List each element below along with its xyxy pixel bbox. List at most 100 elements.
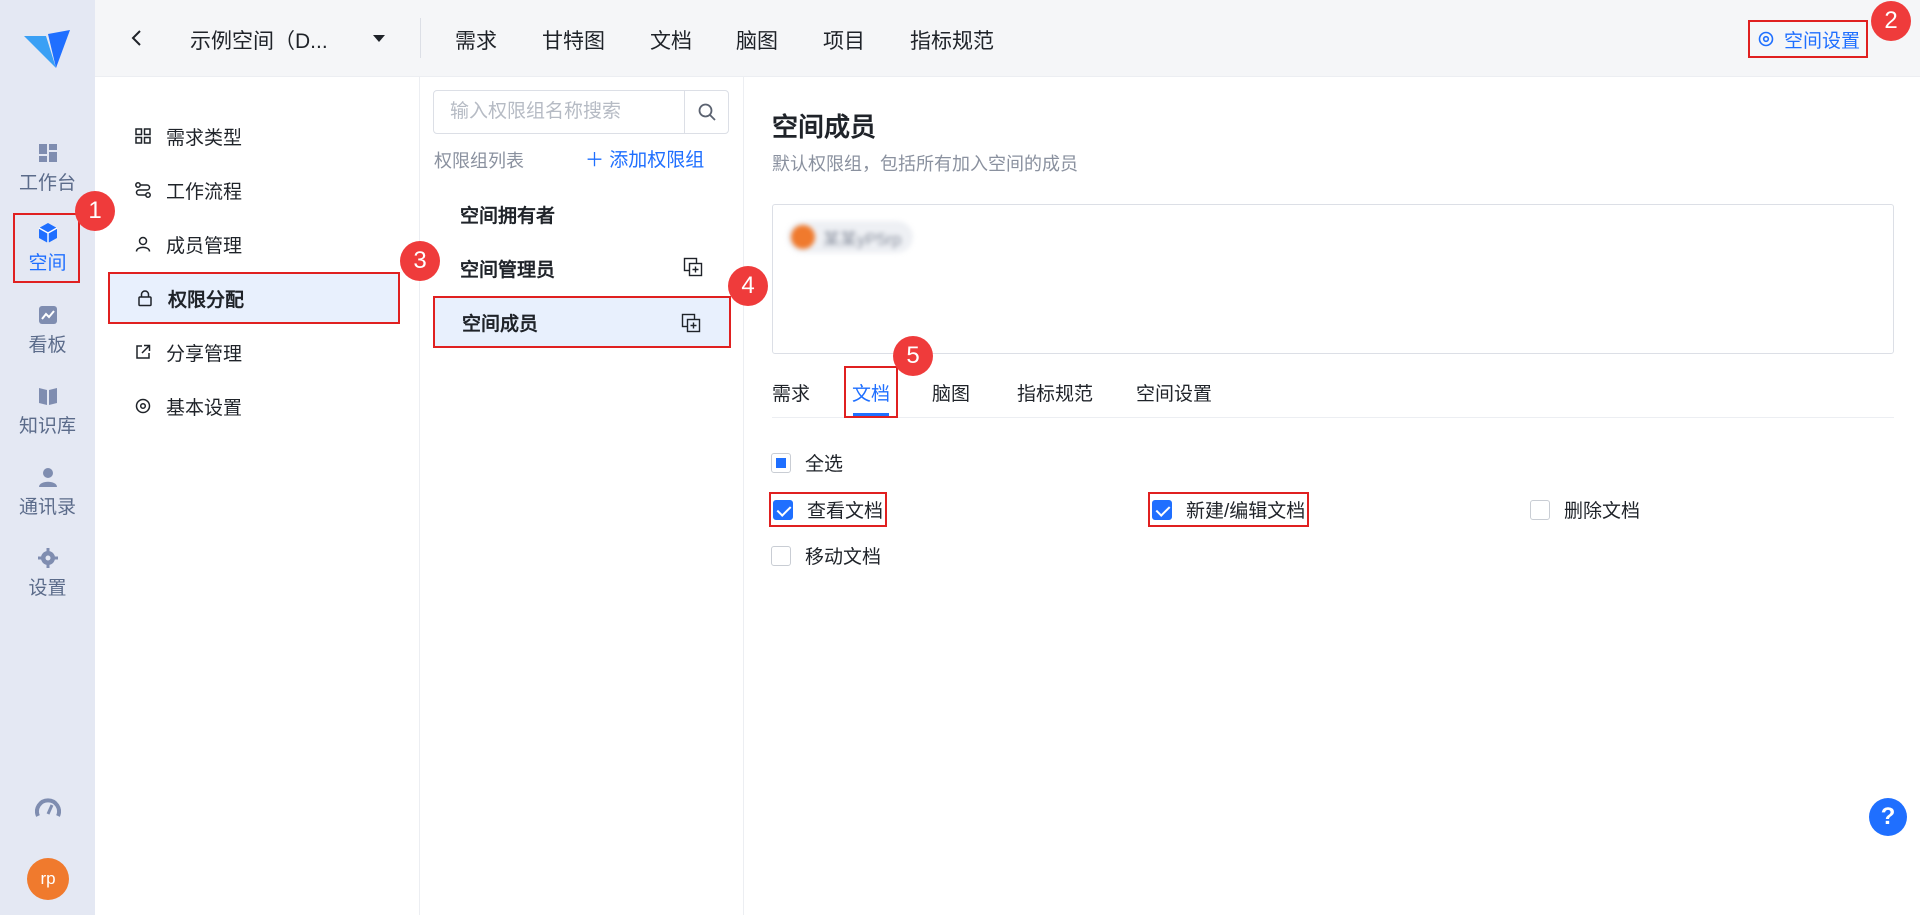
share-icon (136, 344, 151, 359)
avatar[interactable]: rp (27, 858, 69, 900)
chevron-left-icon[interactable] (125, 25, 149, 51)
rail-item-board[interactable]: 看板 (0, 304, 95, 357)
menu-item-workflow[interactable]: 工作流程 (108, 164, 400, 216)
gear-icon (37, 548, 58, 568)
grid-icon (135, 128, 151, 144)
menu-item-permissions[interactable]: 权限分配 (108, 272, 400, 324)
copy-icon[interactable] (683, 257, 703, 277)
user-icon (135, 236, 151, 252)
dashboard-icon (38, 144, 57, 162)
rail-item-contacts[interactable]: 通讯录 (0, 466, 95, 519)
tab-space-settings[interactable]: 空间设置 (1130, 366, 1218, 418)
caret-down-icon[interactable] (373, 35, 385, 42)
permission-tabs: 需求 文档 脑图 指标规范 空间设置 (772, 366, 1894, 418)
perm-view-docs[interactable]: 查看文档 (769, 492, 888, 527)
left-rail: 工作台 空间 看板 知识库 通讯录 设置 rp (0, 0, 95, 915)
page-title: 空间成员 (772, 112, 877, 142)
rail-item-knowledge[interactable]: 知识库 (0, 385, 95, 438)
page-subtitle: 默认权限组，包括所有加入空间的成员 (772, 154, 1078, 174)
menu-item-label: 成员管理 (166, 235, 243, 257)
annotation-badge: 4 (728, 266, 768, 306)
lock-icon (138, 290, 152, 307)
checkbox[interactable] (771, 452, 791, 473)
menu-item-demand-types[interactable]: 需求类型 (108, 110, 400, 162)
nav-mindmap[interactable]: 脑图 (736, 25, 778, 55)
gear-icon (1758, 31, 1774, 47)
top-bar: 示例空间（D... 需求 甘特图 文档 脑图 项目 指标规范 空间设置 (95, 0, 1920, 77)
annotation-badge: 1 (75, 191, 115, 231)
workflow-icon (135, 182, 151, 198)
book-icon (38, 388, 57, 405)
group-item-label: 空间成员 (462, 313, 539, 335)
annotation-badge: 3 (400, 241, 440, 281)
permission-group-panel: 权限组列表 ＋ 添加权限组 空间拥有者 空间管理员 空间成员 (420, 77, 744, 915)
contacts-icon (38, 468, 57, 487)
menu-item-basic-settings[interactable]: 基本设置 (108, 380, 400, 432)
checkbox[interactable] (773, 499, 793, 520)
space-settings-label: 空间设置 (1783, 30, 1860, 52)
help-button[interactable]: ? (1869, 798, 1907, 836)
settings-menu: 需求类型 工作流程 成员管理 权限分配 分享管理 基本设置 (95, 77, 420, 915)
menu-item-label: 权限分配 (168, 289, 245, 311)
tab-docs[interactable]: 文档 (844, 366, 899, 418)
rail-item-settings[interactable]: 设置 (0, 547, 95, 600)
perm-edit-docs[interactable]: 新建/编辑文档 (1148, 492, 1310, 527)
rail-item-label: 通讯录 (18, 497, 76, 518)
group-search (433, 90, 729, 134)
annotation-box (13, 213, 80, 283)
member-avatar (791, 225, 815, 249)
group-item-admin[interactable]: 空间管理员 (433, 242, 731, 294)
tab-metrics[interactable]: 指标规范 (1011, 366, 1099, 418)
search-icon (698, 103, 716, 121)
member-name: 某某yP5rp (823, 229, 902, 249)
group-item-label: 空间管理员 (460, 259, 556, 281)
tab-demand[interactable]: 需求 (766, 366, 816, 418)
checkbox[interactable] (771, 545, 791, 566)
menu-item-label: 工作流程 (166, 181, 243, 203)
menu-item-label: 基本设置 (166, 397, 243, 419)
add-group-button[interactable]: ＋ 添加权限组 (585, 145, 704, 172)
plus-icon: ＋ (585, 150, 605, 171)
member-box[interactable]: 某某yP5rp (772, 204, 1894, 354)
rail-item-label: 设置 (28, 578, 67, 599)
checkbox-label: 查看文档 (807, 501, 884, 522)
nav-docs[interactable]: 文档 (650, 25, 692, 55)
divider (420, 18, 421, 58)
group-search-input[interactable] (434, 91, 684, 133)
perm-delete-docs[interactable]: 删除文档 (1528, 494, 1642, 525)
nav-gantt[interactable]: 甘特图 (542, 25, 605, 55)
checkbox[interactable] (1530, 499, 1550, 520)
annotation-badge: 2 (1871, 1, 1911, 41)
add-group-label: 添加权限组 (609, 150, 705, 171)
copy-icon[interactable] (681, 313, 701, 333)
space-name[interactable]: 示例空间（D... (190, 25, 328, 55)
nav-project[interactable]: 项目 (823, 25, 865, 55)
nav-metrics[interactable]: 指标规范 (910, 25, 994, 55)
nav-demand[interactable]: 需求 (455, 25, 497, 55)
group-list-title: 权限组列表 (434, 151, 524, 171)
tab-mindmap[interactable]: 脑图 (926, 366, 976, 418)
member-chip[interactable]: 某某yP5rp (787, 221, 914, 253)
perm-move-docs[interactable]: 移动文档 (769, 540, 883, 571)
search-button[interactable] (684, 91, 728, 133)
menu-item-share[interactable]: 分享管理 (108, 326, 400, 378)
annotation-badge: 5 (893, 336, 933, 376)
app-logo[interactable] (22, 28, 72, 72)
select-all-checkbox[interactable]: 全选 (769, 447, 845, 478)
rail-item-workbench[interactable]: 工作台 (0, 142, 95, 195)
checkbox-label: 移动文档 (805, 547, 882, 568)
space-settings-button[interactable]: 空间设置 (1747, 20, 1868, 58)
group-item-member[interactable]: 空间成员 (433, 296, 731, 348)
rail-item-label: 看板 (28, 335, 67, 356)
group-detail: 空间成员 默认权限组，包括所有加入空间的成员 某某yP5rp 需求 文档 脑图 … (745, 77, 1920, 915)
group-item-label: 空间拥有者 (460, 205, 556, 227)
checkbox-label: 新建/编辑文档 (1186, 501, 1306, 522)
rail-item-label: 工作台 (18, 173, 76, 194)
speedometer-icon[interactable] (35, 796, 61, 822)
rail-item-label: 知识库 (18, 416, 76, 437)
group-item-owner[interactable]: 空间拥有者 (433, 188, 731, 240)
checkbox[interactable] (1152, 499, 1172, 520)
menu-item-members[interactable]: 成员管理 (108, 218, 400, 270)
checkbox-label: 删除文档 (1564, 501, 1641, 522)
menu-item-label: 需求类型 (166, 127, 243, 149)
